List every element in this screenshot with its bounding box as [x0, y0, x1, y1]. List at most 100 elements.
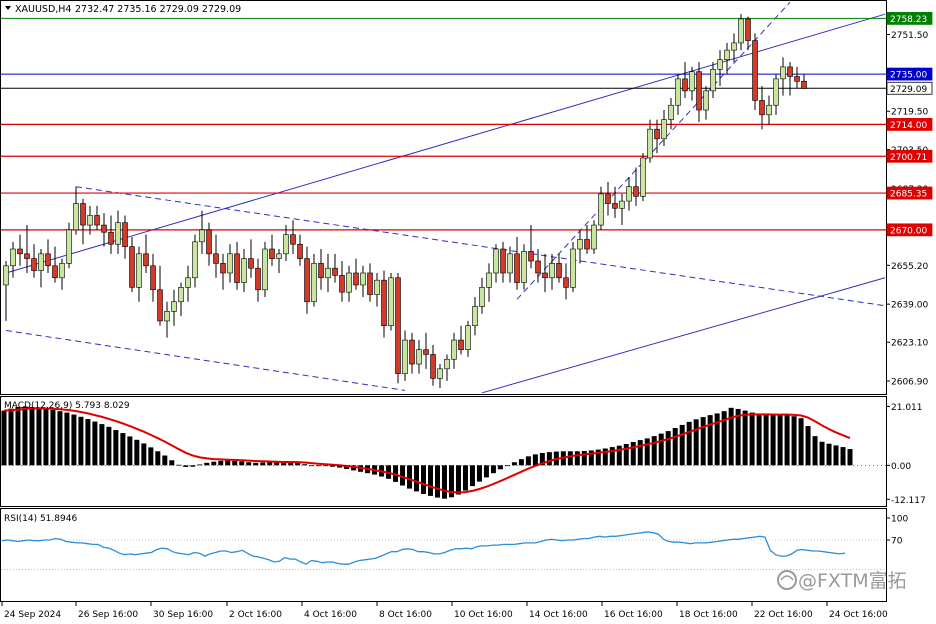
candle-body: [675, 78, 681, 106]
macd-bar: [686, 421, 692, 466]
candle-body: [297, 243, 303, 259]
macd-bar: [120, 433, 126, 466]
candle-body: [780, 66, 786, 80]
candle-body: [577, 239, 583, 250]
macd-bar: [469, 465, 475, 487]
candle-body: [164, 311, 170, 322]
candle-body: [402, 339, 408, 374]
candle-body: [430, 354, 436, 379]
candle-body: [115, 222, 121, 245]
candle-body: [584, 239, 590, 250]
candle-body: [801, 80, 807, 89]
macd-bar: [483, 465, 489, 478]
candle-body: [640, 157, 646, 197]
candle-body: [276, 253, 282, 259]
macd-bar: [742, 410, 748, 466]
candle-body: [31, 258, 37, 271]
candle-body: [122, 222, 128, 247]
macd-bar: [225, 460, 231, 466]
price-axis: 2751.502735.002719.502703.502687.302671.…: [886, 12, 933, 388]
candle-body: [255, 267, 261, 291]
macd-bar: [749, 412, 755, 466]
candle-body: [52, 265, 58, 279]
macd-bar: [679, 424, 685, 466]
macd-bar: [50, 409, 56, 466]
macd-bar: [812, 436, 818, 466]
candle-body: [612, 203, 618, 209]
candle-body: [199, 229, 205, 243]
macd-bar: [155, 451, 161, 466]
candle-body: [178, 287, 184, 303]
macd-bar: [574, 451, 580, 466]
macd-tick-label: 21.011: [891, 403, 923, 413]
candle-body: [395, 277, 401, 374]
macd-bar: [232, 460, 238, 466]
candle-body: [360, 272, 366, 286]
candle-body: [542, 272, 548, 279]
candle-body: [500, 248, 506, 274]
level-tag-label: 2700.71: [890, 153, 927, 163]
candle-body: [514, 253, 520, 283]
time-tick-label: 24 Sep 2024: [4, 610, 61, 620]
time-tick-label: 14 Oct 16:00: [529, 610, 588, 620]
macd-bar: [462, 465, 468, 491]
macd-bar: [637, 440, 643, 466]
macd-bar: [71, 414, 77, 466]
candle-body: [479, 287, 485, 307]
macd-bar: [441, 465, 447, 499]
candle-body: [136, 253, 142, 288]
macd-bar: [127, 436, 133, 466]
macd-bar: [700, 417, 706, 466]
macd-bar: [511, 462, 517, 466]
candle-body: [325, 267, 331, 279]
macd-bar: [64, 412, 70, 466]
candle-body: [220, 263, 226, 274]
macd-bar: [134, 439, 140, 466]
macd-bar: [85, 419, 91, 466]
candle-body: [3, 265, 9, 286]
candle-body: [654, 128, 660, 140]
macd-bar: [421, 465, 427, 494]
macd-bar: [183, 465, 189, 468]
macd-bar: [113, 429, 119, 466]
macd-bar: [735, 408, 741, 466]
macd-bar: [239, 461, 245, 466]
candle-body: [59, 263, 65, 279]
time-tick-label: 22 Oct 16:00: [754, 610, 813, 620]
price-tick-label: 2623.10: [891, 339, 928, 349]
candle-body: [94, 215, 100, 226]
rsi-label: RSI(14) 51.8946: [4, 514, 77, 524]
candle-body: [535, 260, 541, 274]
macd-bar: [693, 419, 699, 466]
macd-bar: [274, 462, 280, 466]
macd-bar: [434, 465, 440, 498]
macd-bar: [281, 463, 287, 466]
level-tag-label: 2670.00: [890, 226, 927, 236]
candle-body: [570, 248, 576, 288]
macd-bar: [1, 410, 7, 466]
level-tag-label: 2685.35: [890, 190, 927, 200]
macd-bar: [756, 414, 762, 466]
level-tag-label: 2714.00: [890, 121, 927, 131]
candle-body: [227, 253, 233, 274]
macd-bar: [407, 465, 413, 489]
time-tick-label: 18 Oct 16:00: [679, 610, 738, 620]
candle-body: [437, 368, 443, 379]
candle-body: [206, 229, 212, 255]
candle-body: [409, 339, 415, 365]
macd-bar: [15, 406, 21, 466]
candle-body: [192, 241, 198, 279]
macd-bar: [805, 426, 811, 466]
macd-bar: [29, 406, 35, 466]
candle-body: [304, 258, 310, 303]
candle-body: [353, 272, 359, 286]
macd-bar: [770, 415, 776, 466]
candle-body: [647, 128, 653, 159]
candle-body: [717, 59, 723, 70]
candle-body: [318, 263, 324, 279]
macd-bar: [148, 447, 154, 466]
chart-canvas: 21.011 0.00 -12.117 100 70 2751.50 2735.00 27…: [0, 0, 933, 620]
candle-body: [773, 78, 779, 106]
macd-bar: [92, 421, 98, 466]
macd-bar: [532, 454, 538, 466]
